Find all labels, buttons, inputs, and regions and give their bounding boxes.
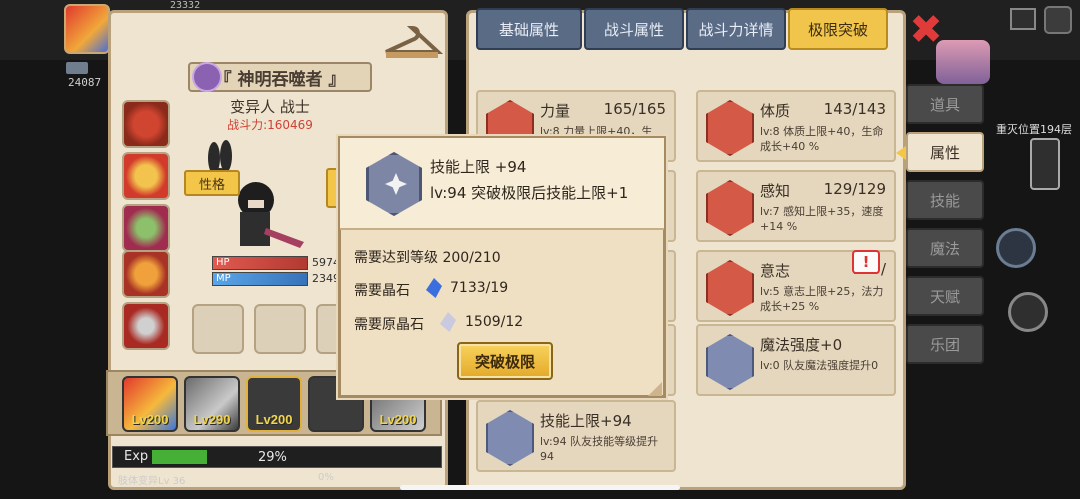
attribute-desc: lv:5 意志上限+25，法力成长+25 %	[760, 285, 884, 313]
team-member-level: Lv290	[193, 412, 231, 427]
attribute-name: 力量	[540, 102, 571, 120]
mutation-level: 肢体变异Lv 36	[118, 476, 186, 487]
mutation-percent: 0%	[318, 472, 334, 483]
mp-value: 2349	[312, 272, 340, 285]
required-raw-crystal-value: 1509/12	[465, 314, 524, 330]
monitor-icon[interactable]	[1010, 8, 1036, 30]
will-icon	[706, 260, 754, 316]
mp-label: MP	[216, 273, 231, 284]
equip-slot-helmet[interactable]	[122, 100, 170, 148]
npc-sprite	[936, 40, 990, 84]
attribute-name: 意志	[760, 262, 791, 280]
required-raw-crystal-label: 需要原晶石	[354, 317, 424, 333]
title-badge-icon	[192, 62, 222, 92]
weapon-slot-1[interactable]	[192, 304, 244, 354]
side-menu-attributes[interactable]: 属性	[906, 132, 984, 172]
tab-battle-attributes[interactable]: 战斗属性	[584, 8, 684, 50]
equip-slot-armor[interactable]	[122, 204, 170, 252]
equip-slot-boots[interactable]	[122, 302, 170, 350]
attribute-desc: lv:0 队友魔法强度提升0	[760, 359, 879, 372]
hp-value: 5974	[312, 256, 340, 269]
attribute-name: 魔法强度+0	[760, 336, 843, 354]
team-member-level: Lv200	[131, 412, 169, 427]
player-avatar[interactable]	[64, 4, 110, 54]
exp-percent: 29%	[258, 450, 287, 465]
hourglass-icon[interactable]	[1008, 292, 1048, 332]
attribute-desc: lv:8 体质上限+40，生命成长+40 %	[760, 125, 884, 153]
constitution-icon	[706, 100, 754, 156]
attribute-desc: lv:94 队友技能等级提升94	[540, 435, 659, 463]
skill-icon	[486, 410, 534, 466]
attribute-name: 体质	[760, 102, 791, 120]
team-member-level: Lv200	[379, 412, 417, 427]
attribute-card-magic-power[interactable]: 魔法强度+0 lv:0 队友魔法强度提升0	[696, 324, 896, 396]
attribute-card-perception[interactable]: 感知 129/129 lv:7 感知上限+35，速度+14 %	[696, 170, 896, 242]
required-crystal-label: 需要晶石	[354, 283, 410, 299]
equip-slot-gloves[interactable]	[122, 250, 170, 298]
hanger-icon[interactable]	[380, 22, 444, 62]
floor-location: 重灭位置194层	[996, 123, 1072, 136]
weapon-slot-2[interactable]	[254, 304, 306, 354]
side-menu-items[interactable]: 道具	[906, 84, 984, 124]
gear-icon[interactable]	[996, 228, 1036, 268]
character-sprite	[208, 140, 304, 248]
attribute-desc: lv:7 感知上限+35，速度+14 %	[760, 205, 884, 233]
team-member-level: Lv200	[255, 412, 293, 427]
side-menu-skills[interactable]: 技能	[906, 180, 984, 220]
side-menu-talent[interactable]: 天赋	[906, 276, 984, 316]
personality-button[interactable]: 性格	[184, 170, 240, 196]
attribute-card-constitution[interactable]: 体质 143/143 lv:8 体质上限+40，生命成长+40 %	[696, 90, 896, 162]
magic-icon	[706, 334, 754, 390]
attribute-name: 感知	[760, 182, 791, 200]
required-crystal-value: 7133/19	[450, 280, 509, 296]
equip-slot-amulet[interactable]	[122, 152, 170, 200]
coin-count: 24087	[68, 76, 102, 89]
side-menu-magic[interactable]: 魔法	[906, 228, 984, 268]
coin-icon	[66, 62, 88, 74]
side-menu-band[interactable]: 乐团	[906, 324, 984, 364]
attribute-name: 技能上限+94	[540, 412, 632, 430]
break-limit-button[interactable]: 突破极限	[457, 342, 553, 380]
attribute-card-skill-cap[interactable]: 技能上限+94 lv:94 队友技能等级提升94	[476, 400, 676, 472]
tab-limit-break[interactable]: 极限突破	[788, 8, 888, 50]
exp-label: Exp	[124, 449, 149, 464]
phone-icon[interactable]	[1030, 138, 1060, 190]
share-icon[interactable]	[1044, 6, 1072, 34]
popup-title: 技能上限 +94	[430, 158, 527, 176]
popup-subtitle: lv:94 突破极限后技能上限+1	[430, 184, 629, 202]
hp-label: HP	[216, 257, 230, 268]
eye-icon	[706, 180, 754, 236]
attribute-value: 143/143	[823, 100, 886, 118]
attribute-value: 165/165	[603, 100, 666, 118]
alert-icon: !	[852, 250, 880, 274]
exp-fill	[152, 450, 207, 464]
home-indicator[interactable]	[400, 485, 680, 490]
side-menu-pointer	[896, 146, 906, 160]
tab-power-details[interactable]: 战斗力详情	[686, 8, 786, 50]
character-class: 变异人 战士	[230, 98, 310, 116]
tab-basic-attributes[interactable]: 基础属性	[476, 8, 582, 50]
combat-power: 战斗力:160469	[227, 118, 313, 132]
required-level: 需要达到等级 200/210	[354, 250, 501, 266]
attribute-value: 129/129	[823, 180, 886, 198]
